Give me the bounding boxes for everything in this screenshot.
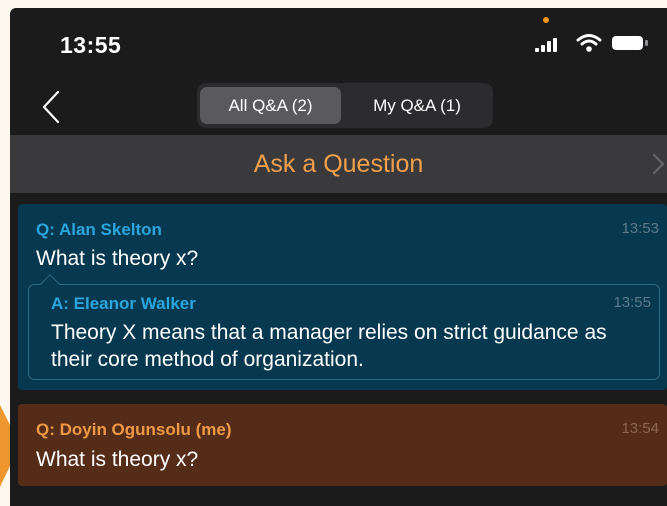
question-card-answered[interactable]: Q: Alan Skelton 13:53 What is theory x? … <box>18 204 667 390</box>
qa-filter-segmented-control: All Q&A (2) My Q&A (1) <box>197 83 493 128</box>
question-time: 13:54 <box>621 420 659 437</box>
qa-screen: 13:55 All Q&A (2) My Q&A (1) Ask a Quest… <box>10 8 667 506</box>
battery-icon <box>612 36 648 50</box>
question-text: What is theory x? <box>36 247 199 270</box>
answer-bubble-pointer <box>40 274 60 294</box>
answer-bubble: A: Eleanor Walker 13:55 Theory X means t… <box>28 274 660 380</box>
tab-my-qa[interactable]: My Q&A (1) <box>345 87 489 124</box>
wifi-icon <box>576 34 602 52</box>
ask-question-button[interactable]: Ask a Question <box>10 135 667 193</box>
answer-time: 13:55 <box>613 294 651 311</box>
recording-indicator <box>543 17 549 23</box>
status-time: 13:55 <box>60 32 122 58</box>
question-card-own[interactable]: Q: Doyin Ogunsolu (me) 13:54 What is the… <box>18 404 667 486</box>
question-text: What is theory x? <box>36 448 199 471</box>
answer-author: A: Eleanor Walker <box>51 294 196 313</box>
question-author: Q: Alan Skelton <box>36 220 162 239</box>
back-chevron-icon[interactable] <box>41 90 61 124</box>
chevron-right-icon <box>652 153 665 175</box>
cellular-signal-icon <box>535 38 557 52</box>
tab-all-qa[interactable]: All Q&A (2) <box>200 87 341 124</box>
question-author: Q: Doyin Ogunsolu (me) <box>36 420 232 439</box>
answer-text: Theory X means that a manager relies on … <box>51 321 607 371</box>
question-time: 13:53 <box>621 220 659 237</box>
ask-question-label: Ask a Question <box>253 149 424 178</box>
